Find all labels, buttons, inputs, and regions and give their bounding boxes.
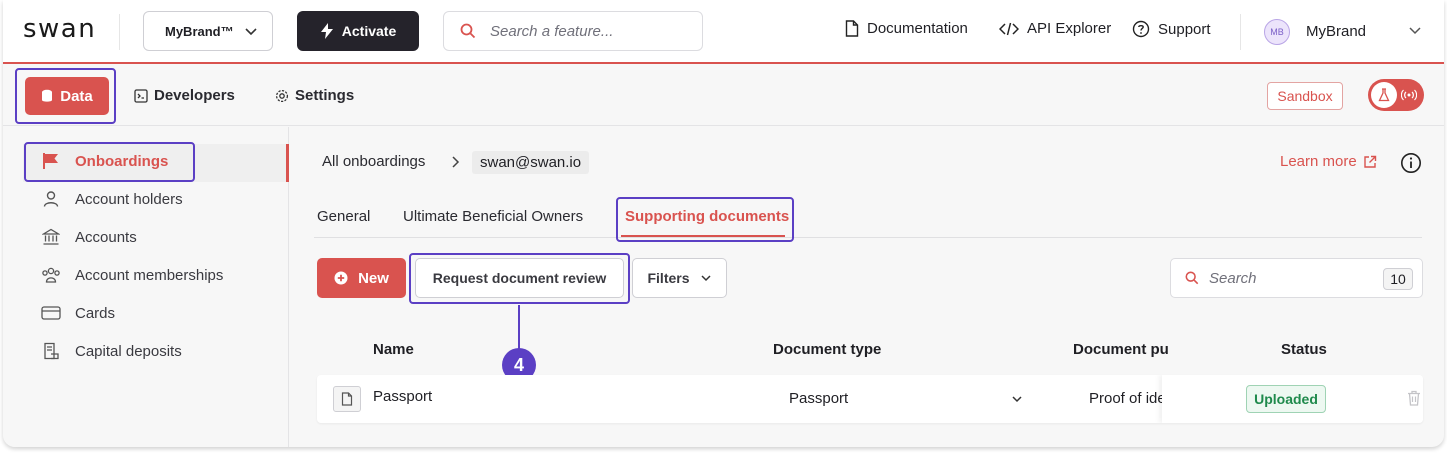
sidebar-item-account-memberships[interactable]: Account memberships <box>41 263 223 287</box>
column-header-document-type[interactable]: Document type <box>773 341 881 358</box>
documentation-link[interactable]: Documentation <box>845 20 968 37</box>
bank-icon <box>41 227 61 247</box>
broadcast-icon <box>1401 89 1417 101</box>
divider <box>1240 14 1241 50</box>
column-header-document-purpose[interactable]: Document pu <box>1073 341 1169 358</box>
learn-more-link[interactable]: Learn more <box>1280 153 1377 170</box>
settings-tab[interactable]: Settings <box>275 87 354 104</box>
sidebar-item-label: Account holders <box>75 190 183 208</box>
column-header-name[interactable]: Name <box>373 341 414 358</box>
detail-tabs: General Ultimate Beneficial Owners Suppo… <box>314 208 1422 238</box>
search-icon <box>460 23 476 39</box>
new-label: New <box>358 269 389 287</box>
highlight-outline <box>616 197 794 242</box>
support-link[interactable]: Support <box>1132 20 1211 38</box>
brand-select-label: MyBrand™ <box>165 23 234 39</box>
help-circle-icon <box>1132 20 1150 38</box>
info-icon[interactable] <box>1400 152 1422 174</box>
settings-label: Settings <box>295 87 355 104</box>
filters-label: Filters <box>647 270 690 286</box>
app-window: swan MyBrand™ Activate Documentation API… <box>3 0 1444 447</box>
highlight-outline <box>15 68 116 124</box>
status-badge: Uploaded <box>1246 385 1326 413</box>
sidebar-item-label: Accounts <box>75 228 137 246</box>
toggle-knob <box>1371 82 1397 108</box>
main-content: All onboardings swan@swan.io Learn more … <box>290 127 1444 447</box>
table-row[interactable]: Passport Passport Proof of ide Uploaded <box>317 375 1423 423</box>
activate-label: Activate <box>341 23 397 39</box>
gear-icon <box>275 89 289 102</box>
swan-logo[interactable]: swan <box>23 14 96 44</box>
sidebar-item-capital-deposits[interactable]: Capital deposits <box>41 339 182 363</box>
avatar[interactable]: MB <box>1264 19 1290 45</box>
chevron-down-icon <box>700 275 711 282</box>
brand-select[interactable]: MyBrand™ <box>143 11 273 51</box>
status-cell: Uploaded <box>1162 375 1423 423</box>
document-name: Passport <box>373 388 433 405</box>
document-search[interactable]: 10 <box>1170 258 1423 298</box>
sidebar-item-label: Capital deposits <box>75 342 182 360</box>
breadcrumb-root[interactable]: All onboardings <box>322 153 425 170</box>
trash-icon[interactable] <box>1407 390 1421 406</box>
documentation-label: Documentation <box>867 20 968 37</box>
document-icon <box>333 386 361 412</box>
activate-button[interactable]: Activate <box>297 11 419 51</box>
code-icon <box>999 22 1019 35</box>
card-icon <box>41 303 61 323</box>
divider <box>119 14 120 50</box>
active-indicator <box>286 144 289 182</box>
developers-tab[interactable]: Developers <box>134 87 235 104</box>
api-explorer-label: API Explorer <box>1027 20 1112 37</box>
users-icon <box>41 265 61 285</box>
chevron-down-icon <box>245 28 257 36</box>
developers-label: Developers <box>154 87 235 104</box>
plus-circle-icon <box>334 271 348 285</box>
flask-icon <box>1378 88 1390 102</box>
person-icon <box>41 189 61 209</box>
lightning-icon <box>320 23 333 39</box>
chevron-right-icon <box>452 156 460 168</box>
receipt-icon <box>41 341 61 361</box>
sidebar-item-label: Account memberships <box>75 266 224 284</box>
document-search-input[interactable] <box>1209 269 1369 287</box>
sidebar-item-account-holders[interactable]: Account holders <box>41 187 183 211</box>
document-icon <box>845 20 859 37</box>
learn-more-label: Learn more <box>1280 153 1357 170</box>
chevron-down-icon[interactable] <box>1011 394 1023 404</box>
highlight-outline <box>409 253 630 304</box>
tab-ultimate-beneficial-owners[interactable]: Ultimate Beneficial Owners <box>403 208 583 225</box>
search-icon <box>1185 271 1199 285</box>
section-nav: Data Developers Settings Sandbox <box>3 66 1444 126</box>
highlight-outline <box>24 142 195 182</box>
sandbox-badge: Sandbox <box>1267 82 1343 110</box>
external-link-icon <box>1364 155 1376 168</box>
callout-connector <box>518 305 520 349</box>
sidebar-item-cards[interactable]: Cards <box>41 301 115 325</box>
top-bar: swan MyBrand™ Activate Documentation API… <box>3 0 1444 64</box>
sandbox-toggle[interactable] <box>1368 79 1424 111</box>
result-count-badge: 10 <box>1383 268 1413 290</box>
breadcrumb-current: swan@swan.io <box>472 151 590 174</box>
support-label: Support <box>1158 20 1211 38</box>
user-name[interactable]: MyBrand <box>1306 23 1366 40</box>
sidebar: Onboardings Account holders Accounts Acc… <box>3 127 289 447</box>
sidebar-item-accounts[interactable]: Accounts <box>41 225 137 249</box>
developer-icon <box>134 88 148 103</box>
column-header-status[interactable]: Status <box>1281 341 1327 358</box>
sidebar-item-label: Cards <box>75 304 116 322</box>
new-document-button[interactable]: New <box>317 258 406 298</box>
tab-general[interactable]: General <box>317 208 370 225</box>
feature-search[interactable] <box>443 11 703 51</box>
feature-search-input[interactable] <box>490 22 680 40</box>
filters-button[interactable]: Filters <box>632 258 727 298</box>
document-type-select[interactable]: Passport <box>789 390 848 407</box>
chevron-down-icon[interactable] <box>1408 25 1422 37</box>
document-purpose: Proof of ide <box>1089 390 1166 407</box>
api-explorer-link[interactable]: API Explorer <box>999 20 1111 37</box>
